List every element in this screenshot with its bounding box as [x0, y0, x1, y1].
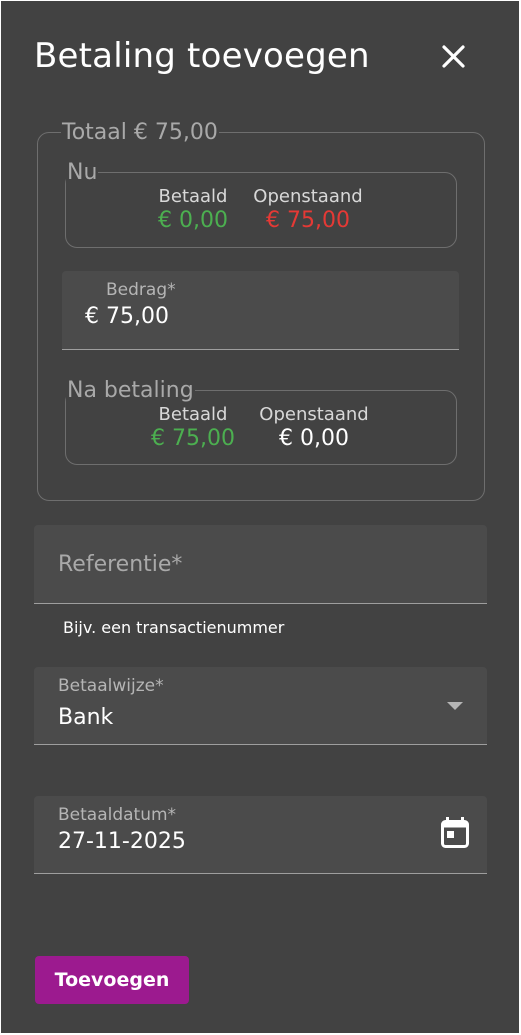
amount-label: Bedrag* [106, 280, 176, 300]
now-paid-label: Betaald [158, 186, 228, 207]
calendar-button[interactable] [438, 815, 472, 851]
now-open-value: € 75,00 [266, 208, 350, 233]
after-paid-label: Betaald [158, 404, 228, 425]
amount-input[interactable]: € 75,00 [85, 304, 169, 329]
reference-field[interactable]: Referentie* [34, 525, 487, 604]
calendar-icon [441, 817, 469, 848]
after-paid-column: Betaald € 75,00 [142, 404, 244, 452]
close-button[interactable] [433, 37, 473, 77]
after-paid-value: € 75,00 [151, 426, 235, 451]
dialog-title: Betaling toevoegen [34, 36, 370, 76]
now-paid-value: € 0,00 [158, 208, 228, 233]
after-payment-legend: Na betaling [66, 378, 195, 404]
add-payment-dialog: Betaling toevoegen Totaal € 75,00 Nu Bet… [1, 1, 519, 1033]
after-open-value: € 0,00 [279, 426, 349, 451]
chevron-down-icon[interactable] [447, 702, 463, 710]
total-legend: Totaal € 75,00 [61, 120, 219, 146]
payment-method-select[interactable]: Betaalwijze* Bank [34, 667, 487, 745]
reference-input[interactable]: Referentie* [58, 552, 182, 577]
payment-method-value: Bank [58, 705, 114, 730]
reference-hint: Bijv. een transactienummer [63, 618, 285, 637]
amount-field[interactable]: Bedrag* € 75,00 [62, 271, 459, 350]
payment-method-label: Betaalwijze* [58, 676, 164, 696]
after-open-column: Openstaand € 0,00 [247, 404, 381, 452]
now-open-label: Openstaand [253, 186, 363, 207]
now-paid-column: Betaald € 0,00 [143, 186, 243, 234]
payment-date-field[interactable]: Betaaldatum* 27-11-2025 [34, 796, 487, 874]
close-icon [442, 45, 465, 68]
add-button[interactable]: Toevoegen [35, 956, 189, 1004]
payment-date-label: Betaaldatum* [58, 805, 177, 825]
now-open-column: Openstaand € 75,00 [241, 186, 375, 234]
after-open-label: Openstaand [259, 404, 369, 425]
payment-date-input[interactable]: 27-11-2025 [58, 829, 186, 854]
now-legend: Nu [66, 160, 99, 186]
